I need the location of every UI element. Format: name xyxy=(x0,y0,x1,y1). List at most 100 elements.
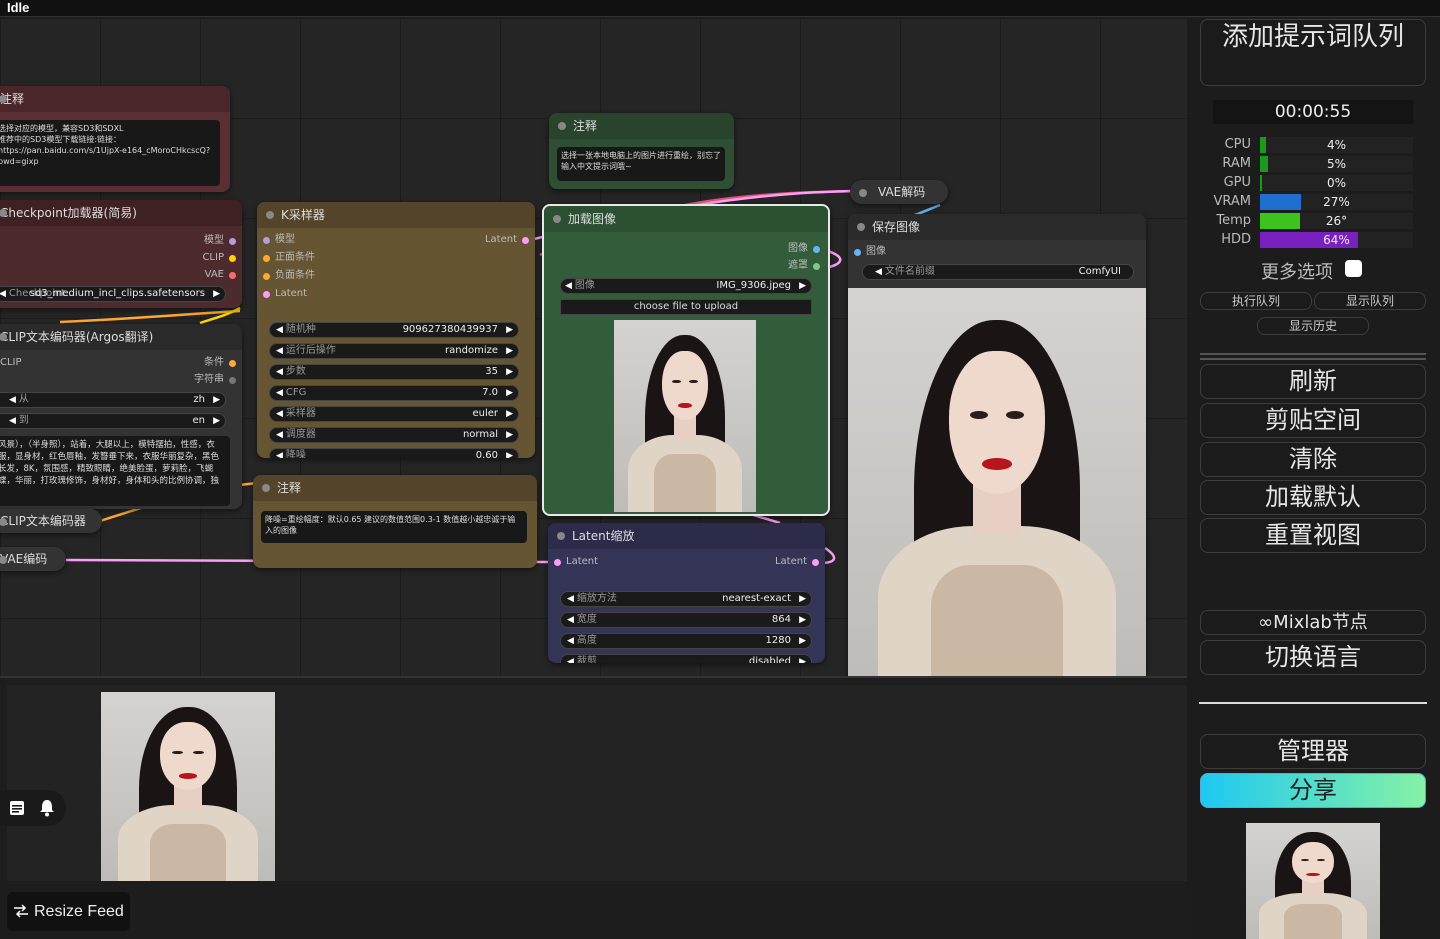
reset-view-button[interactable]: 重置视图 xyxy=(1200,518,1426,553)
queue-prompt-button[interactable]: 添加提示词队列 xyxy=(1200,19,1426,86)
sidebar-preview-image[interactable] xyxy=(1246,823,1380,939)
latent-upscale-node[interactable]: Latent缩放 Latent Latent 缩放方法 nearest-exact… xyxy=(548,523,825,663)
widget-value: 0.60 xyxy=(475,450,498,458)
output-cond-dot[interactable] xyxy=(229,360,236,367)
show-queue-button[interactable]: 显示队列 xyxy=(1314,292,1426,310)
image-select-widget[interactable]: 图像 IMG_9306.jpeg ▶ xyxy=(560,278,812,294)
output-image-label: 图像 xyxy=(788,243,808,254)
param-widget[interactable]: 宽度 864 ▶ xyxy=(560,612,812,628)
widget-label: 从 xyxy=(9,393,29,407)
manager-button[interactable]: 管理器 xyxy=(1200,734,1426,769)
arrow-right-icon[interactable]: ▶ xyxy=(799,634,806,648)
switch-language-button[interactable]: 切换语言 xyxy=(1200,640,1426,675)
note-text[interactable]: 选择对应的模型，兼容SD3和SDXL 推荐中的SD3模型下载链接:链接： htt… xyxy=(0,120,220,186)
arrow-right-icon[interactable]: ▶ xyxy=(799,279,806,293)
arrow-right-icon[interactable]: ▶ xyxy=(506,386,513,400)
checkpoint-loader-node[interactable]: Checkpoint加载器(简易) 模型 CLIP VAE Checkpoint… xyxy=(0,200,242,308)
input-model-dot[interactable] xyxy=(263,237,270,244)
input-latent-dot[interactable] xyxy=(263,291,270,298)
stat-bar: 26° xyxy=(1260,213,1413,229)
note-node-model[interactable]: 注释 选择对应的模型，兼容SD3和SDXL 推荐中的SD3模型下载链接:链接： … xyxy=(0,86,230,192)
clipspace-button[interactable]: 剪贴空间 xyxy=(1200,403,1426,438)
input-image-dot[interactable] xyxy=(854,249,861,256)
document-icon[interactable] xyxy=(9,800,25,816)
arrow-right-icon[interactable]: ▶ xyxy=(506,365,513,379)
param-widget[interactable]: 缩放方法 nearest-exact ▶ xyxy=(560,591,812,607)
upload-button[interactable]: choose file to upload xyxy=(560,299,812,315)
vae-decode-node-collapsed[interactable]: VAE解码 xyxy=(850,180,948,204)
clip-encoder-node-collapsed[interactable]: CLIP文本编码器 xyxy=(0,509,102,533)
output-latent-dot[interactable] xyxy=(812,559,819,566)
view-queue-button[interactable]: 执行队列 xyxy=(1200,292,1312,310)
output-vae-dot[interactable] xyxy=(229,272,236,279)
stat-value: 64% xyxy=(1323,233,1350,247)
arrow-right-icon[interactable]: ▶ xyxy=(799,655,806,663)
save-image-node[interactable]: 保存图像 图像 文件名前缀 ComfyUI xyxy=(848,214,1146,676)
share-button[interactable]: 分享 xyxy=(1200,773,1426,808)
to-lang-widget[interactable]: 到 en ▶ xyxy=(0,413,226,429)
load-image-node[interactable]: 加载图像 图像 遮罩 图像 IMG_9306.jpeg ▶ choose fil… xyxy=(542,204,830,516)
note-node-denoise[interactable]: 注释 降噪=重绘幅度：默认0.65 建议的数值范围0.3-1 数值越小越忠诚于输… xyxy=(253,475,537,568)
input-positive-dot[interactable] xyxy=(263,255,270,262)
widget-label: 调度器 xyxy=(276,428,316,442)
filename-prefix-widget[interactable]: 文件名前缀 ComfyUI xyxy=(862,264,1134,280)
stat-value: 0% xyxy=(1326,176,1347,190)
widget-value: 909627380439937 xyxy=(402,324,498,335)
param-widget[interactable]: 运行后操作 randomize ▶ xyxy=(269,343,519,359)
feed-image[interactable] xyxy=(101,692,275,881)
input-clip-label: CLIP xyxy=(0,357,22,368)
clear-button[interactable]: 清除 xyxy=(1200,442,1426,477)
load-default-button[interactable]: 加载默认 xyxy=(1200,480,1426,515)
output-mask-dot[interactable] xyxy=(813,263,820,270)
from-lang-widget[interactable]: 从 zh ▶ xyxy=(0,392,226,408)
param-widget[interactable]: CFG 7.0 ▶ xyxy=(269,385,519,401)
param-widget[interactable]: 降噪 0.60 ▶ xyxy=(269,448,519,458)
param-widget[interactable]: 步数 35 ▶ xyxy=(269,364,519,380)
prompt-textarea[interactable]: 风景），（半身照），站着，大腿以上，模特摆拍，性感，衣服，显身材，红色唇釉，发簪… xyxy=(0,436,230,506)
param-widget[interactable]: 随机种 909627380439937 ▶ xyxy=(269,322,519,338)
resize-feed-button[interactable]: Resize Feed xyxy=(7,892,130,931)
stat-ram: RAM 5% xyxy=(1207,156,1427,172)
output-model-dot[interactable] xyxy=(229,238,236,245)
note-node-image[interactable]: 注释 选择一张本地电脑上的图片进行重绘，别忘了输入中文提示词哦~ xyxy=(549,113,734,189)
vae-encode-node-collapsed[interactable]: VAE编码 xyxy=(0,547,66,571)
note-text[interactable]: 选择一张本地电脑上的图片进行重绘，别忘了输入中文提示词哦~ xyxy=(557,147,725,181)
saved-image-preview[interactable] xyxy=(848,288,1146,676)
arrow-right-icon[interactable]: ▶ xyxy=(213,393,220,407)
output-clip-dot[interactable] xyxy=(229,255,236,262)
queue-status: Idle xyxy=(7,0,30,15)
refresh-button[interactable]: 刷新 xyxy=(1200,364,1426,399)
stat-gpu: GPU 0% xyxy=(1207,175,1427,191)
mixlab-nodes-button[interactable]: ∞Mixlab节点 xyxy=(1200,610,1426,635)
param-widget[interactable]: 裁剪 disabled ▶ xyxy=(560,654,812,663)
note-text[interactable]: 降噪=重绘幅度：默认0.65 建议的数值范围0.3-1 数值越小越忠诚于输入的图… xyxy=(261,511,527,543)
arrow-right-icon[interactable]: ▶ xyxy=(799,592,806,606)
param-widget[interactable]: 采样器 euler ▶ xyxy=(269,406,519,422)
output-image-dot[interactable] xyxy=(813,246,820,253)
arrow-right-icon[interactable]: ▶ xyxy=(506,407,513,421)
input-latent-dot[interactable] xyxy=(554,559,561,566)
param-widget[interactable]: 高度 1280 ▶ xyxy=(560,633,812,649)
output-latent-dot[interactable] xyxy=(522,237,529,244)
more-options-checkbox[interactable] xyxy=(1345,260,1362,277)
bell-icon[interactable] xyxy=(39,799,55,817)
ckpt-name-widget[interactable]: Checkpoint... sd3_medium_incl_clips.safe… xyxy=(0,286,226,302)
ksampler-node[interactable]: K采样器 模型 正面条件 负面条件 Latent Latent 随机种 90962… xyxy=(257,202,535,458)
arrow-right-icon[interactable]: ▶ xyxy=(799,613,806,627)
show-history-button[interactable]: 显示历史 xyxy=(1257,317,1369,335)
arrow-right-icon[interactable]: ▶ xyxy=(506,323,513,337)
input-model-label: 模型 xyxy=(275,234,295,245)
input-negative-dot[interactable] xyxy=(263,273,270,280)
more-options-label: 更多选项 xyxy=(1261,262,1333,283)
image-feed-panel xyxy=(0,676,1187,939)
clip-argos-node[interactable]: CLIP文本编码器(Argos翻译) CLIP 条件 字符串 从 zh ▶ 到 … xyxy=(0,324,242,509)
param-widget[interactable]: 调度器 normal ▶ xyxy=(269,427,519,443)
arrow-right-icon[interactable]: ▶ xyxy=(506,428,513,442)
stat-value: 26° xyxy=(1325,214,1348,228)
arrow-right-icon[interactable]: ▶ xyxy=(213,414,220,428)
output-string-dot[interactable] xyxy=(229,377,236,384)
arrow-right-icon[interactable]: ▶ xyxy=(506,344,513,358)
arrow-right-icon[interactable]: ▶ xyxy=(213,287,220,301)
arrow-right-icon[interactable]: ▶ xyxy=(506,449,513,458)
node-graph-canvas[interactable]: 注释 选择对应的模型，兼容SD3和SDXL 推荐中的SD3模型下载链接:链接： … xyxy=(0,18,1187,676)
